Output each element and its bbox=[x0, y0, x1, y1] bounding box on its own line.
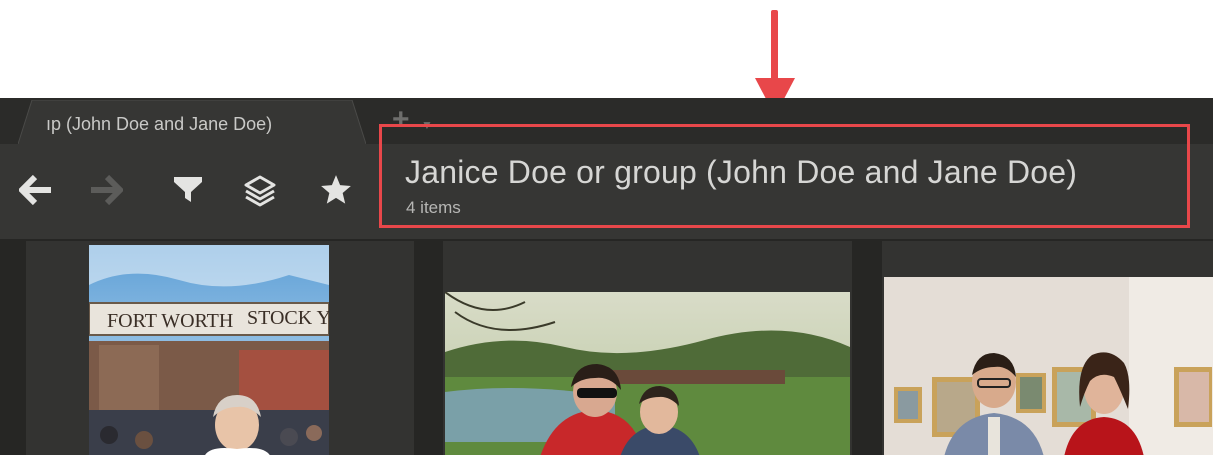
photo-cell-3[interactable] bbox=[882, 241, 1213, 455]
photo-cell-1[interactable]: FORT WORTH STOCK Y bbox=[26, 241, 414, 455]
photo-thumbnail-1[interactable]: FORT WORTH STOCK Y bbox=[89, 245, 329, 455]
annotation-arrow-shaft bbox=[771, 10, 778, 82]
arrow-left-icon[interactable] bbox=[18, 172, 54, 208]
filter-icon[interactable] bbox=[170, 172, 206, 208]
photo-thumbnail-2[interactable] bbox=[445, 292, 850, 455]
sign-text-1: FORT WORTH bbox=[107, 310, 233, 332]
arrow-right-icon[interactable] bbox=[88, 172, 124, 208]
photo-grid: FORT WORTH STOCK Y bbox=[0, 239, 1213, 455]
tab-label: ıp (John Doe and Jane Doe) bbox=[46, 114, 273, 134]
tab-active[interactable]: ıp (John Doe and Jane Doe) bbox=[18, 100, 366, 144]
photo-thumbnail-3[interactable] bbox=[884, 277, 1213, 455]
layers-icon[interactable] bbox=[242, 172, 278, 208]
sign-text-2: STOCK Y bbox=[247, 307, 329, 329]
star-icon[interactable] bbox=[318, 172, 354, 208]
photo-cell-2[interactable] bbox=[443, 241, 852, 455]
annotation-highlight-box bbox=[379, 124, 1190, 228]
